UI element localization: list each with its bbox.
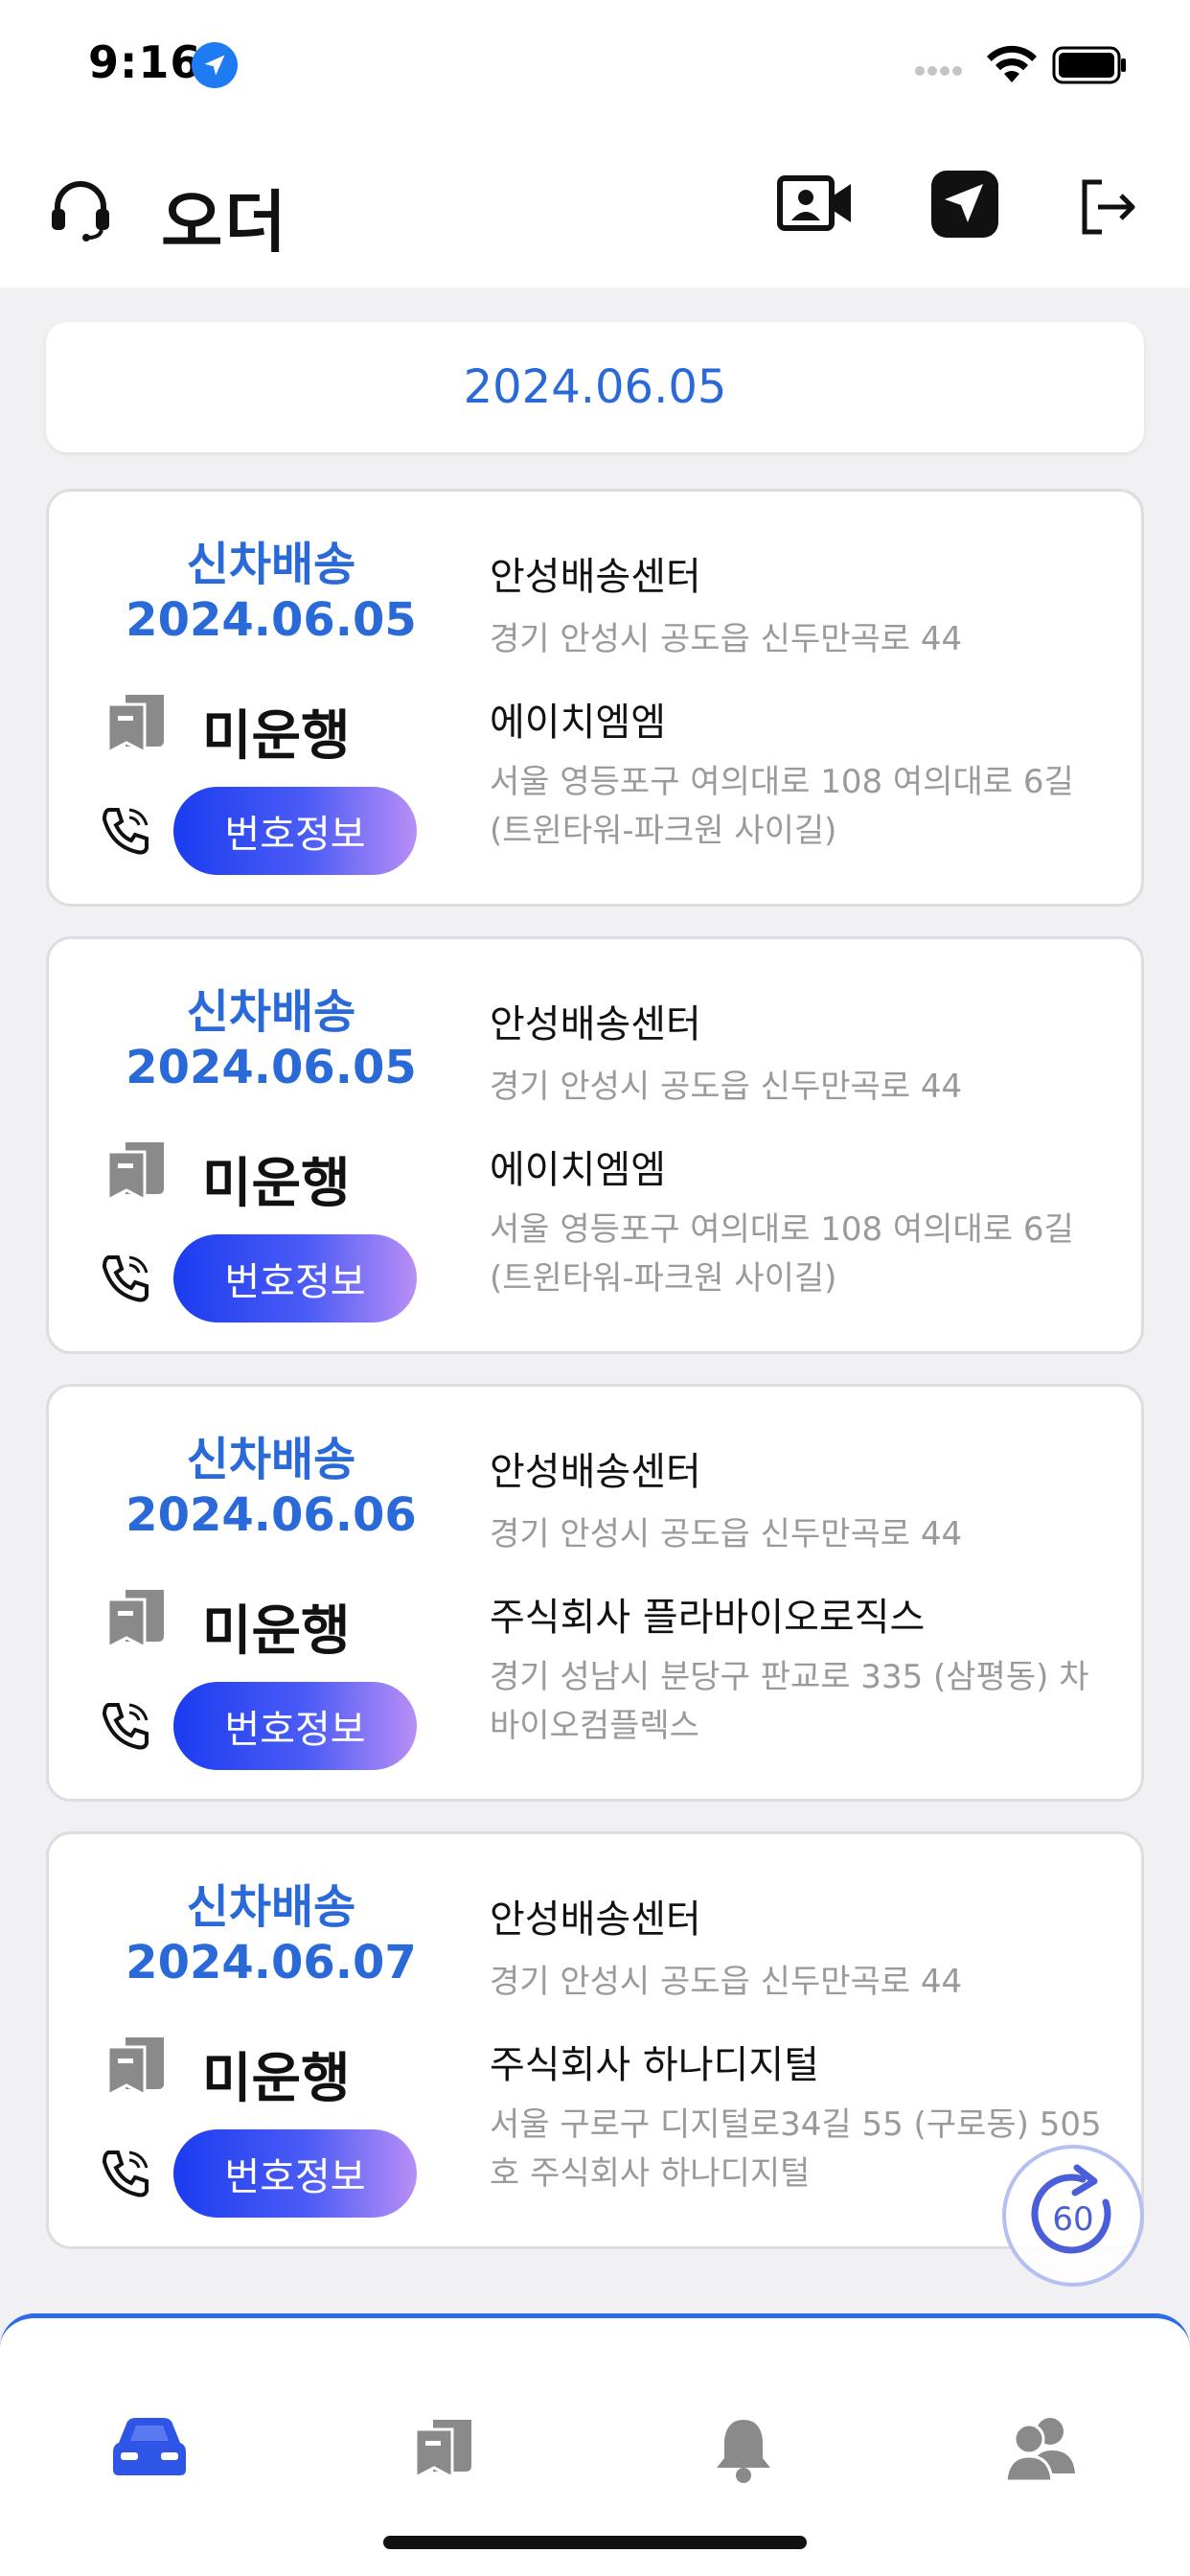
phone-icon[interactable]: [99, 2147, 152, 2204]
origin-name: 안성배송센터: [490, 1002, 701, 1046]
destination-name: 주식회사 플라바이오로직스: [490, 1596, 926, 1640]
date-selector[interactable]: 2024.06.05: [46, 322, 1144, 452]
book-icon: [103, 2032, 172, 2104]
destination-name: 주식회사 하나디지털: [490, 2043, 819, 2087]
origin-name: 안성배송센터: [490, 1898, 701, 1942]
order-status: 미운행: [202, 705, 351, 768]
order-type: 신차배송: [186, 985, 356, 1039]
logout-icon[interactable]: [1077, 176, 1138, 242]
order-date: 2024.06.05: [126, 1041, 417, 1094]
home-indicator: [383, 2536, 807, 2549]
order-date: 2024.06.07: [126, 1936, 417, 1990]
order-date: 2024.06.06: [126, 1488, 417, 1542]
order-card[interactable]: 신차배송 2024.06.05 미운행 번호정보 안성배송센터 경기 안성시 공…: [46, 936, 1144, 1354]
destination-name: 에이치엠엠: [490, 1148, 666, 1192]
location-arrow-icon: [192, 42, 238, 88]
phone-icon[interactable]: [99, 804, 152, 862]
book-icon: [103, 689, 172, 762]
phone-icon[interactable]: [99, 1699, 152, 1757]
book-icon: [103, 1137, 172, 1209]
number-info-button[interactable]: 번호정보: [173, 1234, 417, 1322]
order-card[interactable]: 신차배송 2024.06.05 미운행 번호정보 안성배송센터 경기 안성시 공…: [46, 489, 1144, 907]
origin-address: 경기 안성시 공도읍 신두만곡로 44: [490, 1963, 963, 2001]
users-icon[interactable]: [1004, 2414, 1077, 2487]
order-card[interactable]: 신차배송 2024.06.06 미운행 번호정보 안성배송센터 경기 안성시 공…: [46, 1384, 1144, 1802]
app-header: 오더: [0, 134, 1190, 288]
status-bar: 9:16: [0, 0, 1190, 134]
origin-address: 경기 안성시 공도읍 신두만곡로 44: [490, 620, 963, 658]
order-status: 미운행: [202, 1153, 351, 1215]
book-icon[interactable]: [410, 2414, 479, 2487]
phone-icon[interactable]: [99, 1252, 152, 1309]
battery-icon: [1052, 46, 1129, 88]
refresh-countdown: 60: [1052, 2200, 1094, 2239]
headset-icon[interactable]: [46, 174, 115, 247]
destination-address: 서울 영등포구 여의대로 108 여의대로 6길 (트윈타워-파크원 사이길): [490, 1210, 1074, 1298]
order-card[interactable]: 신차배송 2024.06.07 미운행 번호정보 안성배송센터 경기 안성시 공…: [46, 1831, 1144, 2249]
number-info-button[interactable]: 번호정보: [173, 1682, 417, 1770]
destination-name: 에이치엠엠: [490, 701, 666, 745]
destination-address: 서울 영등포구 여의대로 108 여의대로 6길 (트윈타워-파크원 사이길): [490, 763, 1074, 850]
status-time: 9:16: [88, 36, 202, 88]
refresh-button[interactable]: 60: [1002, 2145, 1144, 2287]
navigation-icon[interactable]: [929, 169, 1000, 243]
book-icon: [103, 1584, 172, 1657]
origin-address: 경기 안성시 공도읍 신두만곡로 44: [490, 1515, 963, 1553]
cellular-signal-icon: [915, 61, 965, 80]
bell-icon[interactable]: [715, 2414, 772, 2489]
selected-date: 2024.06.05: [463, 360, 727, 414]
destination-address: 경기 성남시 분당구 판교로 335 (삼평동) 차바이오컴플렉스: [490, 1658, 1089, 1745]
video-call-icon[interactable]: [776, 172, 855, 238]
page-title: 오더: [161, 183, 288, 262]
order-status: 미운행: [202, 2048, 351, 2110]
order-date: 2024.06.05: [126, 593, 417, 647]
car-icon[interactable]: [111, 2414, 188, 2487]
order-type: 신차배송: [186, 538, 356, 591]
order-type: 신차배송: [186, 1880, 356, 1934]
order-type: 신차배송: [186, 1433, 356, 1486]
origin-name: 안성배송센터: [490, 555, 701, 599]
wifi-icon: [983, 44, 1041, 90]
order-status: 미운행: [202, 1600, 351, 1663]
number-info-button[interactable]: 번호정보: [173, 2129, 417, 2218]
origin-name: 안성배송센터: [490, 1450, 701, 1494]
number-info-button[interactable]: 번호정보: [173, 787, 417, 875]
origin-address: 경기 안성시 공도읍 신두만곡로 44: [490, 1068, 963, 1106]
order-screen: 9:16 오더 2024.06.05 신차배송 2024.06.05 미운행 번…: [0, 0, 1190, 2576]
